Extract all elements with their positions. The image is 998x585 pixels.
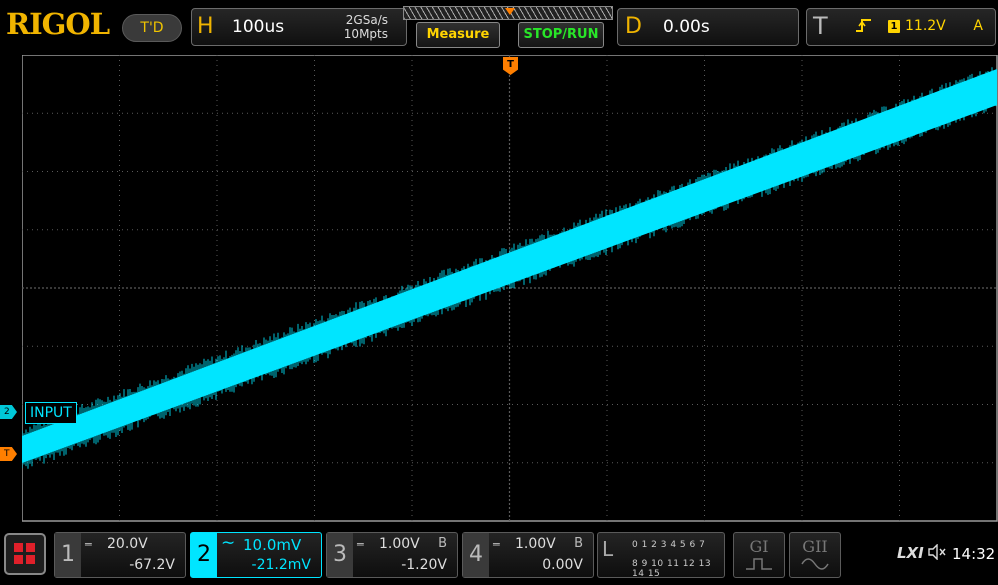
memory-depth: 10Mpts [343,27,388,41]
pulse-wave-icon [746,558,772,570]
trigger-level: 11.2V [905,18,946,34]
channel-3-bw-limit: B [438,536,447,551]
delay-panel[interactable]: D 0.00s [617,8,799,46]
timebase-value: 100us [232,17,285,37]
rising-edge-icon [855,17,873,37]
channel-1-scale: 20.0V [107,536,148,552]
trigger-level-marker[interactable]: T [0,447,17,461]
mode-button[interactable]: T'D [122,14,182,42]
sample-rate: 2GSa/s [345,13,388,27]
grid-menu-icon [14,543,35,564]
channel-2-marker[interactable]: 2 [0,405,17,419]
system-clock: 14:32 [952,545,996,563]
trigger-letter: T [813,12,828,40]
trigger-source-badge: 1 [888,20,900,33]
channel-1-box[interactable]: 1 ═ 20.0V -67.2V [54,532,186,578]
logic-analyzer-box[interactable]: L 0 1 2 3 4 5 6 7 8 9 10 11 12 13 14 15 [597,532,725,579]
delay-value: 0.00s [663,17,710,37]
channel-1-offset: -67.2V [129,557,175,573]
channel-2-scale: 10.0mV [243,536,302,554]
channel-3-offset: -1.20V [401,557,447,573]
measure-button[interactable]: Measure [416,22,500,48]
speaker-muted-icon[interactable] [927,543,947,564]
generator-2-box[interactable]: GII [789,532,841,578]
waveform-display[interactable] [22,55,998,522]
channel-2-offset: -21.2mV [251,557,311,573]
delay-letter: D [625,14,642,39]
channel-1-number: 1 [55,533,81,577]
channel-2-box[interactable]: 2 ∼ 10.0mV -21.2mV [190,532,322,578]
channel-4-bw-limit: B [574,536,583,551]
channel-4-box[interactable]: 4 ═ 1.00V B 0.00V [462,532,594,578]
trigger-panel[interactable]: T 1 11.2V A [806,8,996,46]
sine-wave-icon [801,558,829,570]
channel-4-scale: 1.00V [515,536,556,552]
generator-1-box[interactable]: GI [733,532,785,578]
horizontal-timebase-panel[interactable]: H 100us 2GSa/s 10Mpts [191,8,407,46]
logic-channels-high: 8 9 10 11 12 13 14 15 [632,559,712,579]
stop-run-button[interactable]: STOP/RUN [518,22,604,48]
logic-letter: L [602,537,614,561]
rigol-logo: RIGOL [6,7,110,41]
generator-1-label: GI [749,537,769,556]
channel-4-number: 4 [463,533,489,577]
horizontal-letter: H [197,14,214,39]
generator-2-label: GII [802,537,828,556]
channel-2-label: INPUT [25,402,77,424]
logic-channels-low: 0 1 2 3 4 5 6 7 [632,540,706,550]
channel-3-box[interactable]: 3 ═ 1.00V B -1.20V [326,532,458,578]
dc-coupling-icon: ═ [493,538,500,551]
channel-4-offset: 0.00V [542,557,583,573]
channel-3-number: 3 [327,533,353,577]
ac-coupling-icon: ∼ [221,533,236,553]
channel-3-scale: 1.00V [379,536,420,552]
trigger-sweep-mode: A [973,18,983,34]
lxi-icon[interactable]: LXI [897,544,924,562]
channel-2-number: 2 [191,533,217,577]
main-menu-button[interactable] [4,533,46,575]
dc-coupling-icon: ═ [357,538,364,551]
dc-coupling-icon: ═ [85,538,92,551]
trigger-position-marker [505,8,515,15]
